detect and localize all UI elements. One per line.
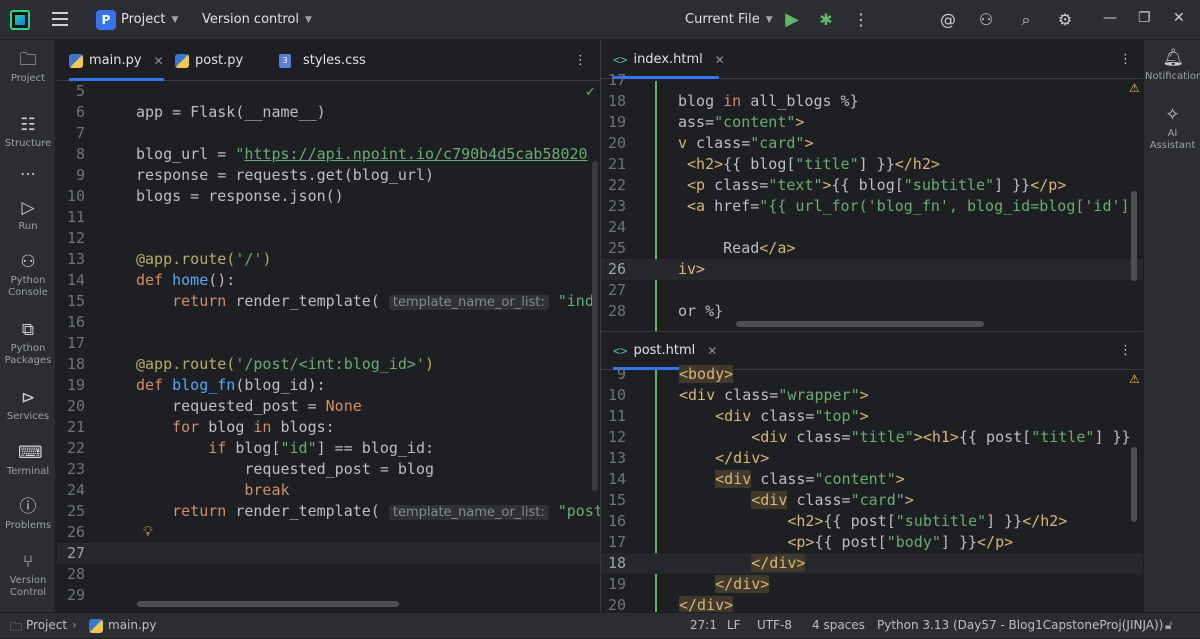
close-icon[interactable]: ✕ xyxy=(1173,10,1185,26)
tool-label: Services xyxy=(6,411,50,422)
breadcrumb-project[interactable]: Project xyxy=(26,618,67,632)
chevron-down-icon: ▼ xyxy=(171,14,179,25)
tool-label: Notifications xyxy=(1145,71,1200,82)
minimize-icon[interactable]: — xyxy=(1103,10,1117,26)
python-packages-icon: ⧉ xyxy=(21,320,35,340)
tool-services[interactable]: ⊳ Services xyxy=(0,388,56,423)
run-icon: ▷ xyxy=(21,198,35,218)
tool-label: Project xyxy=(10,73,46,84)
vertical-scrollbar[interactable] xyxy=(1131,191,1137,281)
editor-tab-bar: main.py ✕ post.py 3 styles.css ⋮ xyxy=(57,41,600,81)
tool-notifications[interactable]: 🔔︎ Notifications xyxy=(1144,48,1200,83)
tool-structure[interactable]: ☷ Structure xyxy=(0,115,56,150)
python-interpreter[interactable]: Python 3.13 (Day57 - Blog1CapstoneProj(J… xyxy=(877,618,1163,632)
tool-label: Run xyxy=(18,221,38,232)
breadcrumb-separator-icon: › xyxy=(72,618,77,632)
chevron-down-icon: ▼ xyxy=(765,14,773,25)
python-console-icon: ⚇ xyxy=(20,252,36,272)
project-selector-label: Project xyxy=(121,12,166,27)
add-user-icon[interactable]: ⚇ xyxy=(976,10,996,30)
tool-label: Terminal xyxy=(6,466,50,477)
bell-icon: 🔔︎ xyxy=(1162,48,1185,68)
tool-terminal[interactable]: ⌨ Terminal xyxy=(0,443,56,478)
project-badge[interactable]: P xyxy=(96,10,116,30)
tool-python-packages[interactable]: ⧉ Python Packages xyxy=(0,320,56,367)
git-icon: ⑂ xyxy=(22,552,34,572)
debug-icon[interactable]: ✱ xyxy=(816,10,836,30)
terminal-icon: ⌨ xyxy=(18,443,43,463)
code-area[interactable]: 5 6 app = Flask(__name__) 7 8 blog_url = "… xyxy=(57,81,600,612)
version-control-menu[interactable]: Version control ▼ xyxy=(202,12,312,27)
lightbulb-icon[interactable]: 💡︎ xyxy=(143,522,153,543)
title-bar: P Project ▼ Version control ▼ Current File… xyxy=(0,0,1200,40)
tool-python-console[interactable]: ⚇ Python Console xyxy=(0,252,56,299)
search-icon[interactable]: ⌕ xyxy=(1016,10,1036,30)
code-area[interactable]: 17 18 blog in all_blogs %} 19 ass="content… xyxy=(601,71,1143,331)
tool-label: AI Assistant xyxy=(1149,128,1196,151)
lock-icon[interactable]: 🔓︎ xyxy=(1165,618,1173,633)
tool-label: Version Control xyxy=(9,575,47,598)
run-configuration-selector[interactable]: Current File ▼ xyxy=(685,12,773,27)
left-tool-strip: 🗀 Project ☷ Structure ⋯ ▷ Run ⚇ Python C… xyxy=(0,40,56,612)
vertical-scrollbar[interactable] xyxy=(1131,447,1137,522)
project-selector[interactable]: Project ▼ xyxy=(121,12,178,27)
tool-label: Problems xyxy=(4,520,52,531)
horizontal-scrollbar[interactable] xyxy=(736,321,984,327)
problems-icon: ⓘ xyxy=(19,497,37,517)
python-file-icon xyxy=(69,54,83,68)
ai-assistant-icon: ✧ xyxy=(1165,105,1180,125)
vertical-scrollbar[interactable] xyxy=(592,161,598,491)
tab-options-icon[interactable]: ⋮ xyxy=(574,41,587,81)
structure-icon: ☷ xyxy=(20,115,36,135)
run-icon[interactable]: ▶ xyxy=(782,10,802,30)
editor-main-py[interactable]: main.py ✕ post.py 3 styles.css ⋮ ✓ 5 6 ap… xyxy=(57,41,600,612)
tool-run[interactable]: ▷ Run xyxy=(0,198,56,233)
pycharm-logo-icon[interactable] xyxy=(10,10,30,30)
tab-post-py[interactable]: post.py xyxy=(175,41,243,81)
right-tool-strip: 🔔︎ Notifications ✧ AI Assistant xyxy=(1143,40,1200,612)
tool-ai-assistant[interactable]: ✧ AI Assistant xyxy=(1144,105,1200,152)
tool-version-control[interactable]: ⑂ Version Control xyxy=(0,552,56,599)
settings-gear-icon[interactable]: ⚙ xyxy=(1055,10,1075,30)
close-tab-icon[interactable]: ✕ xyxy=(154,41,164,81)
version-control-label: Version control xyxy=(202,12,299,27)
tab-label: styles.css xyxy=(303,53,366,68)
tool-problems[interactable]: ⓘ Problems xyxy=(0,497,56,532)
more-tools-icon[interactable]: ⋯ xyxy=(0,166,56,182)
line-separator[interactable]: LF xyxy=(727,618,741,632)
main-menu-icon[interactable] xyxy=(52,12,68,26)
editor-post-html[interactable]: <> post.html ✕ ⋮ ⚠ 9 <body> 10 <div class=… xyxy=(601,332,1143,612)
folder-icon: 🗀 xyxy=(19,50,37,70)
status-bar: 🗀 Project › main.py 27:1 LF UTF-8 4 spac… xyxy=(0,612,1200,638)
tab-label: post.py xyxy=(195,53,244,68)
services-icon: ⊳ xyxy=(20,388,36,408)
python-file-icon xyxy=(89,619,103,633)
indent-setting[interactable]: 4 spaces xyxy=(812,618,865,632)
run-configuration-label: Current File xyxy=(685,12,760,27)
tool-project[interactable]: 🗀 Project xyxy=(0,50,56,85)
breadcrumb-file[interactable]: main.py xyxy=(108,618,157,632)
tool-label: Python Console xyxy=(8,275,48,298)
chevron-down-icon: ▼ xyxy=(305,14,312,25)
ai-spiral-icon[interactable]: @ xyxy=(938,10,958,30)
horizontal-scrollbar[interactable] xyxy=(137,601,399,607)
tab-label: main.py xyxy=(89,53,142,68)
css-file-icon: 3 xyxy=(279,54,291,68)
more-actions-icon[interactable]: ⋮ xyxy=(851,10,871,30)
project-breadcrumb-icon: 🗀 xyxy=(10,620,23,634)
caret-position[interactable]: 27:1 xyxy=(690,618,717,632)
python-file-icon xyxy=(175,54,189,68)
tab-styles-css[interactable]: 3 styles.css xyxy=(279,41,366,81)
tool-label: Structure xyxy=(4,138,52,149)
code-area[interactable]: 9 <body> 10 <div class="wrapper"> 11 <div … xyxy=(601,365,1143,612)
tool-label: Python Packages xyxy=(4,343,52,366)
file-encoding[interactable]: UTF-8 xyxy=(757,618,792,632)
restore-icon[interactable]: ❐ xyxy=(1138,10,1151,26)
editor-index-html[interactable]: <> index.html ✕ ⋮ ⚠ 17 18 blog in all_blo… xyxy=(601,41,1143,331)
tab-main-py[interactable]: main.py ✕ xyxy=(69,41,164,81)
